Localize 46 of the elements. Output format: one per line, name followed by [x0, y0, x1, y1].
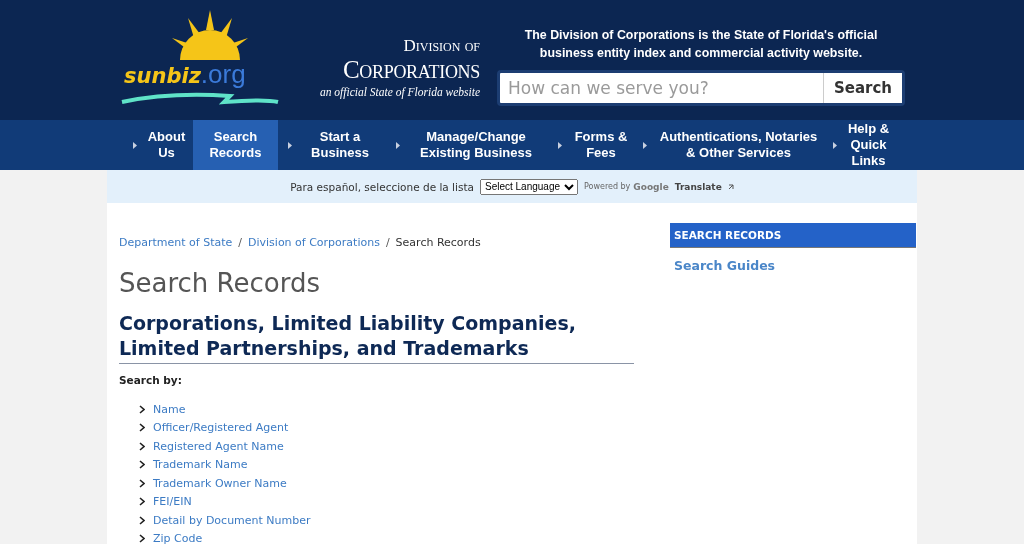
triangle-icon: [132, 141, 137, 149]
triangle-icon: [558, 141, 562, 149]
search-link[interactable]: Trademark Owner Name: [153, 476, 287, 490]
search-link[interactable]: Trademark Name: [153, 458, 248, 472]
language-select[interactable]: Select Language: [480, 178, 578, 195]
search-by-label: Search by:: [119, 374, 183, 386]
nav-tab[interactable]: Manage/Change Existing Business: [390, 120, 550, 170]
translate-link[interactable]: Translate: [674, 181, 722, 192]
page-title: Search Records: [119, 267, 321, 299]
division-label: Division of: [403, 36, 480, 56]
search-link[interactable]: Registered Agent Name: [153, 439, 284, 453]
google-text: Google: [633, 181, 669, 192]
site-title: Corporations: [342, 56, 480, 84]
sidebar-link[interactable]: Search Guides: [670, 258, 916, 273]
search-link[interactable]: Detail by Document Number: [153, 513, 311, 527]
logo-text: sunbiz: [124, 64, 201, 88]
triangle-icon: [396, 141, 400, 149]
search-link[interactable]: Officer/Registered Agent: [153, 421, 289, 435]
search-button[interactable]: Search: [822, 73, 902, 103]
search-link[interactable]: Name: [153, 402, 186, 416]
wave-icon: [120, 90, 280, 106]
breadcrumb-link[interactable]: Department of State: [119, 236, 233, 249]
logo-suffix: .org: [200, 62, 246, 86]
nav-tab[interactable]: Search Records: [193, 120, 278, 170]
sidebar-heading: SEARCH RECORDS: [670, 223, 916, 248]
search-link[interactable]: Zip Code: [153, 532, 203, 544]
nav-tab[interactable]: Forms & Fees: [550, 120, 640, 170]
breadcrumb-current: Search Records: [395, 236, 481, 249]
triangle-icon: [642, 141, 647, 149]
breadcrumb-link[interactable]: Division of Corporations: [248, 236, 380, 249]
external-link-icon: [727, 183, 734, 190]
breadcrumb-separator: /: [385, 236, 390, 249]
site-description: The Division of Corporations is the State of Florida's official business entity index and commercial activity website.: [523, 27, 879, 62]
section-heading: Corporations, Limited Liability Companies, Limited Partnerships, and Trademarks: [119, 311, 577, 361]
nav-tab[interactable]: Authentications, Notaries & Other Services: [640, 120, 825, 170]
search-field[interactable]: How can we serve you? Search: [497, 70, 905, 106]
tagline: an official State of Florida website: [319, 86, 480, 98]
nav-tab[interactable]: Help & Quick Links: [825, 120, 900, 170]
breadcrumb-separator: /: [238, 236, 242, 249]
search-link[interactable]: FEI/EIN: [153, 495, 192, 509]
nav-tab[interactable]: About Us: [128, 120, 193, 170]
triangle-icon: [288, 141, 292, 149]
nav-tab[interactable]: Start a Business: [278, 120, 390, 170]
powered-by-text: Powered by: [584, 182, 631, 191]
triangle-icon: [832, 141, 837, 149]
translate-prompt: Para español, seleccione de la lista: [290, 180, 474, 193]
